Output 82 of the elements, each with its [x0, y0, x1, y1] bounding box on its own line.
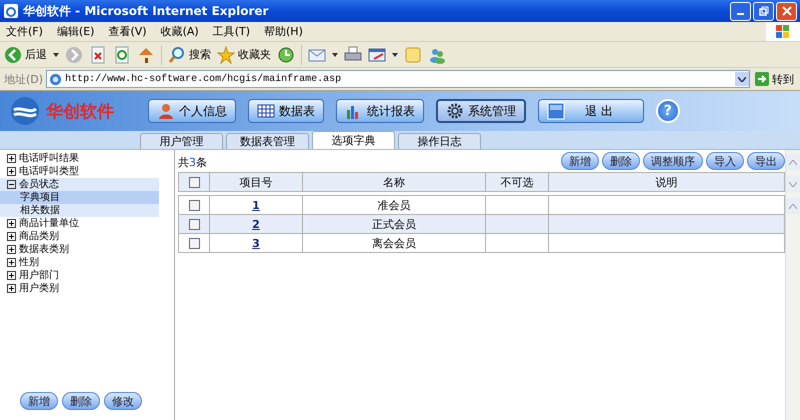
menu-item[interactable]: 查看(V)	[108, 24, 147, 39]
tab[interactable]: 数据表管理	[226, 133, 309, 149]
address-field[interactable]: http://www.hc-software.com/hcgis/mainframe.asp	[46, 70, 750, 88]
tree-item[interactable]: 电话呼叫类型	[0, 165, 174, 178]
windows-logo-icon	[775, 24, 791, 40]
brand-name: 华创软件	[46, 100, 114, 122]
edit-icon[interactable]	[368, 46, 386, 64]
home-icon[interactable]	[137, 46, 155, 64]
minimize-icon	[737, 13, 744, 15]
tab[interactable]: 用户管理	[140, 133, 223, 149]
row-checkbox[interactable]	[188, 200, 200, 211]
tree-item[interactable]: 商品计量单位	[0, 217, 174, 230]
page-icon	[49, 72, 62, 86]
star-icon	[217, 46, 235, 64]
tree-item[interactable]: 字典项目	[0, 191, 159, 204]
search-icon	[168, 46, 186, 64]
record-count: 共3条	[178, 155, 207, 170]
window-icon	[547, 102, 565, 120]
person-icon	[157, 102, 175, 120]
sidebar-button[interactable]: 删除	[62, 392, 100, 410]
menu-item[interactable]: 文件(F)	[6, 24, 43, 39]
dropdown-arrow-icon[interactable]	[392, 52, 398, 56]
go-button[interactable]: 转到	[753, 72, 796, 86]
gear-icon	[446, 102, 464, 120]
tree-item[interactable]: 会员状态	[0, 178, 159, 191]
stop-icon[interactable]	[89, 46, 107, 64]
tab[interactable]: 选项字典	[312, 131, 395, 149]
select-all-checkbox[interactable]	[188, 176, 200, 188]
column-header: 不可选	[486, 172, 548, 192]
minimize-button[interactable]	[730, 2, 751, 20]
menu-item[interactable]: 收藏(A)	[160, 24, 199, 39]
action-button[interactable]: 删除	[602, 152, 640, 170]
nav-button[interactable]: 系统管理	[436, 99, 526, 123]
address-label: 地址(D)	[4, 72, 44, 86]
tree-item[interactable]: 数据表类别	[0, 243, 174, 256]
column-header: 名称	[302, 172, 486, 192]
sidebar-button[interactable]: 修改	[104, 392, 142, 410]
tree-item[interactable]: 相关数据	[0, 204, 159, 217]
tree-item[interactable]: 性别	[0, 256, 174, 269]
table-cell: 正式会员	[302, 214, 486, 234]
item-number-link[interactable]: 2	[252, 218, 260, 230]
restore-icon	[758, 6, 768, 16]
dropdown-arrow-icon[interactable]	[332, 52, 338, 56]
nav-button[interactable]: 统计报表	[336, 99, 424, 123]
history-icon[interactable]	[277, 46, 295, 64]
row-checkbox[interactable]	[188, 238, 200, 249]
table-cell: 离会会员	[302, 234, 486, 252]
action-button[interactable]: 调整顺序	[643, 152, 703, 170]
tree-item[interactable]: 商品类别	[0, 230, 174, 243]
nav-button[interactable]: 个人信息	[148, 99, 236, 123]
nav-button[interactable]: 数据表	[248, 99, 324, 123]
favorites-button[interactable]: 收藏夹	[217, 46, 271, 64]
menu-item[interactable]: 工具(T)	[212, 24, 250, 39]
action-button[interactable]: 导出	[747, 152, 785, 170]
window-title: 华创软件 - Microsoft Internet Explorer	[23, 2, 270, 20]
refresh-icon[interactable]	[113, 46, 131, 64]
action-button[interactable]: 新增	[561, 152, 599, 170]
search-button[interactable]: 搜索	[168, 46, 211, 64]
sidebar-button[interactable]: 新增	[20, 392, 58, 410]
tree-item[interactable]: 用户类别	[0, 282, 174, 295]
table-icon	[257, 102, 275, 120]
menu-item[interactable]: 编辑(E)	[56, 24, 94, 39]
tree-item[interactable]: 电话呼叫结果	[0, 152, 174, 165]
logo-icon	[10, 96, 40, 126]
menu-item[interactable]: 帮助(H)	[264, 24, 303, 39]
close-button[interactable]	[776, 2, 797, 20]
tab[interactable]: 操作日志	[398, 133, 481, 149]
column-header: 项目号	[210, 172, 302, 192]
nav-button[interactable]: 退 出	[538, 99, 644, 123]
browser-icon	[3, 3, 19, 19]
item-number-link[interactable]: 3	[252, 236, 260, 250]
item-number-link[interactable]: 1	[252, 198, 260, 212]
row-checkbox[interactable]	[188, 218, 200, 230]
action-button[interactable]: 导入	[706, 152, 744, 170]
tree-item[interactable]: 用户部门	[0, 269, 174, 282]
printer-icon[interactable]	[344, 46, 362, 64]
close-icon	[782, 6, 792, 16]
dropdown-arrow-icon[interactable]	[53, 52, 59, 56]
column-header: 说明	[548, 172, 784, 192]
back-button[interactable]: 后退	[4, 46, 47, 64]
go-arrow-icon	[755, 72, 769, 86]
restore-button[interactable]	[753, 2, 774, 20]
